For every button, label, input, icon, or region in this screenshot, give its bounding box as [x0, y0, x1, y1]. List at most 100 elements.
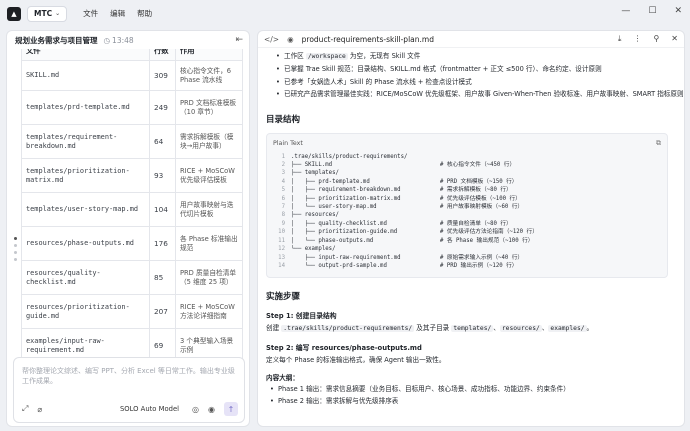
pin-icon[interactable]: ⚲: [653, 34, 659, 44]
code-line: 13 ├── input-raw-requirement.md # 原始需求输入示…: [273, 254, 538, 262]
voice-icon[interactable]: ◉: [208, 405, 215, 414]
code-comment: # 用户故事映射模板（~60 行）: [440, 204, 524, 211]
expand-icon[interactable]: ⤢: [22, 404, 28, 414]
cell-desc: 用户故事映射与迭代切片模板: [175, 192, 243, 227]
code-line: 10 │ ├── prioritization-guide.md # 优先级评估方法…: [273, 228, 538, 236]
line-number: 7: [281, 204, 285, 211]
code-text: ├── SKILL.md: [291, 162, 333, 169]
chat-input-box[interactable]: 帮你整理论文综述、编写 PPT、分析 Excel 等日常工作。输出专业级工作成果…: [13, 357, 245, 423]
code-text: ├── input-raw-requirement.md: [291, 254, 401, 261]
code-view-icon[interactable]: </>: [264, 35, 279, 44]
line-number: 9: [281, 220, 285, 227]
line-number: 12: [278, 246, 285, 253]
send-button[interactable]: ↑: [224, 402, 238, 416]
scroll-indicator[interactable]: [14, 237, 17, 261]
code-comment: # 各 Phase 输出规范（~100 行）: [440, 237, 534, 244]
chevron-down-icon: ⌄: [55, 10, 61, 17]
code-comment: # PRD 输出示例（~120 行）: [440, 262, 518, 269]
download-icon[interactable]: ⤓: [618, 34, 622, 44]
list-item: 已研究产品需求管理最佳实践：RICE/MoSCoW 优先级框架、用户故事 Giv…: [276, 88, 684, 101]
text-span: 为空，无现有 Skill 文件: [347, 52, 421, 60]
document-panel: </> ◉ product-requirements-skill-plan.md…: [257, 30, 685, 427]
collapse-panel-icon[interactable]: ⇤: [235, 35, 243, 45]
table-header-file: 文件: [21, 49, 150, 61]
table-row: SKILL.md 309 核心指令文件，6 Phase 流水线: [21, 60, 243, 91]
code-line: 9 │ ├── quality-checklist.md # 质量自检清单（~80 …: [273, 220, 538, 228]
chat-panel: 规划业务需求与项目管理 ◷ 13:48 ⇤ 文件 行数 作用 SKILL.md …: [6, 30, 250, 427]
cell-desc: PRD 文档标准模板（10 章节）: [175, 90, 243, 125]
code-text: │ ├── prioritization-guide.md: [291, 229, 398, 236]
cell-file: SKILL.md: [21, 60, 150, 91]
code-line: 1 .trae/skills/product-requirements/: [273, 153, 538, 161]
workspace-name: MTC: [34, 9, 53, 18]
scroll-dot[interactable]: [14, 244, 17, 247]
maximize-icon[interactable]: ☐: [648, 6, 656, 16]
code-comment: # 需求拆解模板（~80 行）: [440, 187, 512, 194]
outline-heading: 内容大纲：: [266, 373, 299, 382]
code-line: 3 ├── templates/: [273, 169, 538, 177]
cell-file: templates/prd-template.md: [21, 90, 150, 125]
document-content: 工作区 /workspace 为空，无现有 Skill 文件 已掌握 Trae …: [266, 48, 684, 408]
scroll-dot[interactable]: [14, 251, 17, 254]
window-controls: — ☐ ✕: [621, 6, 682, 16]
file-table-container[interactable]: 文件 行数 作用 SKILL.md 309 核心指令文件，6 Phase 流水线…: [21, 49, 243, 375]
cell-desc: 核心指令文件，6 Phase 流水线: [175, 60, 243, 91]
code-line: 2 ├── SKILL.md # 核心指令文件（~450 行）: [273, 161, 538, 169]
menu-file[interactable]: 文件: [83, 8, 98, 19]
more-icon[interactable]: ⋮: [633, 34, 641, 44]
menu-bar: 文件 编辑 帮助: [83, 8, 152, 19]
code-comment: # 原始需求输入示例（~40 行）: [440, 254, 524, 261]
inline-code: .trae/skills/product-requirements/: [281, 324, 415, 332]
code-line: 8 ├── resources/: [273, 211, 538, 219]
chat-time: ◷ 13:48: [104, 36, 134, 45]
cell-lines: 249: [149, 90, 176, 125]
scroll-dot[interactable]: [14, 258, 17, 261]
table-row: resources/quality-checklist.md 85 PRD 质量…: [21, 260, 243, 295]
input-toolbar: ⤢ ⌀ SOLO Auto Model ◎ ◉ ↑: [22, 402, 238, 416]
code-text: └── output-prd-sample.md: [291, 262, 387, 269]
code-comment: # PRD 文档模板（~150 行）: [440, 178, 518, 185]
cell-desc: PRD 质量自检清单（5 维度 25 项）: [175, 260, 243, 295]
cell-lines: 104: [149, 192, 176, 227]
code-comment: # 核心指令文件（~450 行）: [440, 162, 516, 169]
close-icon[interactable]: ✕: [674, 6, 682, 16]
workspace-switcher[interactable]: MTC ⌄: [27, 5, 68, 22]
line-number: 14: [278, 262, 285, 269]
line-number: 6: [281, 195, 285, 202]
code-comment: # 优先级评估模板（~100 行）: [440, 195, 521, 202]
chat-input-placeholder[interactable]: 帮你整理论文综述、编写 PPT、分析 Excel 等日常工作。输出专业级工作成果…: [22, 366, 237, 386]
table-row: templates/user-story-map.md 104 用户故事映射与迭…: [21, 192, 243, 227]
copy-icon[interactable]: ⧉: [656, 139, 661, 148]
chat-time-value: 13:48: [112, 35, 134, 45]
clock-icon: ◷: [103, 35, 111, 45]
text-span: 。: [586, 323, 594, 332]
mention-icon[interactable]: ◎: [192, 405, 199, 414]
menu-help[interactable]: 帮助: [137, 8, 152, 19]
text-span: 创建: [266, 323, 282, 332]
line-number: 1: [281, 153, 285, 160]
chat-header: 规划业务需求与项目管理 ◷ 13:48 ⇤: [7, 31, 249, 49]
preview-eye-icon[interactable]: ◉: [287, 35, 294, 44]
line-number: 11: [278, 237, 285, 244]
model-selector[interactable]: SOLO Auto Model: [120, 405, 179, 413]
code-text: │ ├── quality-checklist.md: [291, 220, 387, 227]
outline-list: Phase 1 输出：需求信息摘要（业务目标、目标用户、核心场景、成功指标、功能…: [266, 383, 676, 408]
menu-edit[interactable]: 编辑: [110, 8, 125, 19]
file-table: 文件 行数 作用 SKILL.md 309 核心指令文件，6 Phase 流水线…: [21, 49, 243, 363]
close-document-icon[interactable]: ✕: [671, 34, 678, 44]
text-span: 工作区: [284, 52, 306, 60]
table-row: templates/requirement-breakdown.md 64 需求…: [21, 124, 243, 159]
cell-file: resources/prioritization-guide.md: [21, 294, 150, 329]
attach-icon[interactable]: ⌀: [37, 405, 42, 414]
section-heading: 目录结构: [266, 114, 301, 125]
document-actions: ⤓ ⋮ ⚲ ✕: [618, 34, 678, 44]
scroll-dot[interactable]: [14, 237, 17, 240]
code-text: │ └── user-story-map.md: [291, 204, 377, 211]
cell-lines: 309: [149, 60, 176, 91]
minimize-icon[interactable]: —: [621, 6, 630, 16]
code-lines: 1 .trae/skills/product-requirements/2 ├── …: [273, 153, 538, 271]
step-title: Step 2: 编写 resources/phase-outputs.md: [266, 343, 422, 352]
cell-file: templates/user-story-map.md: [21, 192, 150, 227]
line-number: 2: [281, 162, 285, 169]
line-number: 10: [278, 229, 285, 236]
